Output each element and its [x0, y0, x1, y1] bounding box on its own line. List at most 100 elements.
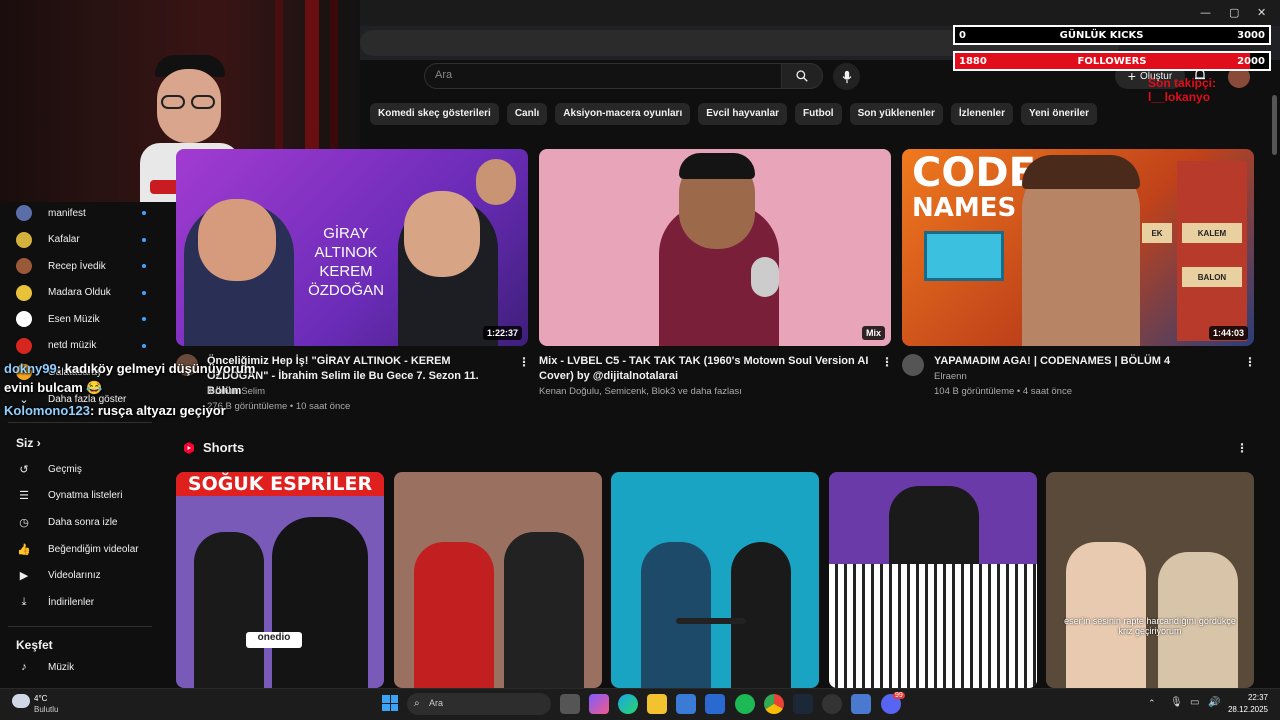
sidebar-item-subscription[interactable]: Esen Müzik — [16, 308, 146, 330]
sidebar-item-download[interactable]: ⤓ İndirilenler — [16, 592, 146, 614]
more-options-icon[interactable]: ⋮ — [518, 355, 530, 369]
sidebar-divider — [8, 626, 152, 627]
close-button[interactable]: ✕ — [1257, 6, 1266, 19]
video-title[interactable]: Mix - LVBEL C5 - TAK TAK TAK (1960's Mot… — [539, 354, 879, 384]
sidebar-item-like[interactable]: 👍 Beğendiğim videolar — [16, 538, 146, 560]
filter-chip[interactable]: Yeni öneriler — [1020, 103, 1098, 125]
video-stats: 104 B görüntüleme • 4 saat önce — [934, 386, 1073, 397]
sidebar-item-watch-later[interactable]: ◷ Daha sonra izle — [16, 511, 146, 533]
more-options-icon[interactable]: ⋮ — [881, 355, 893, 369]
sidebar-item-label: Daha sonra izle — [48, 516, 118, 528]
like-icon: 👍 — [17, 543, 31, 556]
store-icon[interactable] — [676, 694, 696, 714]
short-thumbnail-2[interactable] — [394, 472, 602, 688]
sidebar-item-music[interactable]: ♪ Müzik — [16, 656, 146, 678]
search-icon: ⌕ — [414, 698, 420, 709]
copilot-icon[interactable] — [589, 694, 609, 714]
volume-icon[interactable]: 🔊 — [1208, 697, 1220, 708]
page-scrollbar[interactable] — [1272, 95, 1277, 155]
shorts-icon — [182, 441, 196, 455]
search-icon — [796, 70, 808, 82]
filter-chip[interactable]: Aksiyon-macera oyunları — [555, 103, 691, 125]
microphone-icon[interactable]: 🎙 — [1170, 697, 1183, 708]
short-title-banner: SOĞUK ESPRİLER — [176, 472, 384, 496]
followers-label: FOLLOWERS — [1077, 55, 1147, 67]
thumb-line: CODE — [912, 150, 1036, 196]
short-thumbnail-4[interactable] — [829, 472, 1037, 688]
video-thumbnail-2[interactable]: Mix — [539, 149, 891, 346]
sidebar-item-your-videos[interactable]: ▶ Videolarınız — [16, 565, 146, 587]
sidebar-item-playlists[interactable]: ☰ Oynatma listeleri — [16, 485, 146, 507]
video-stats: 276 B görüntüleme • 10 saat önce — [207, 401, 351, 412]
filter-chip[interactable]: Evcil hayvanlar — [698, 103, 788, 125]
sidebar-item-label: Recep İvedik — [48, 260, 106, 272]
channel-name[interactable]: Elraenn — [934, 369, 967, 384]
channel-avatar[interactable] — [902, 354, 924, 376]
filter-chip[interactable]: İzlenenler — [950, 103, 1013, 125]
mail-icon[interactable] — [705, 694, 725, 714]
sidebar-item-label: İndirilenler — [48, 597, 95, 608]
followers-value: 1880 — [959, 55, 987, 67]
short-thumbnail-3[interactable] — [611, 472, 819, 688]
sidebar-item-label: Müzik — [48, 661, 75, 673]
sidebar-item-label: Esen Müzik — [48, 313, 100, 325]
edge-icon[interactable] — [618, 694, 638, 714]
chevron-up-icon[interactable]: ⌃ — [1148, 698, 1156, 709]
sidebar-item-subscription[interactable]: Recep İvedik — [16, 255, 146, 277]
weather-temp[interactable]: 4°C — [34, 694, 47, 703]
sidebar-item-subscription[interactable]: Kafalar — [16, 229, 146, 251]
filter-chip[interactable]: Canlı — [506, 103, 548, 125]
filter-chip[interactable]: Komedi skeç gösterileri — [370, 103, 499, 125]
you-heading[interactable]: Siz › — [16, 436, 41, 450]
steam-icon[interactable] — [793, 694, 813, 714]
maximize-button[interactable]: ▢ — [1229, 6, 1239, 19]
display-icon[interactable]: ▭ — [1190, 697, 1199, 708]
filter-chip[interactable]: Futbol — [795, 103, 842, 125]
task-view-icon[interactable] — [560, 694, 580, 714]
weather-icon — [12, 694, 30, 708]
sidebar-item-subscription[interactable]: netd müzik — [16, 335, 146, 357]
more-options-icon[interactable]: ⋮ — [1236, 441, 1248, 455]
minimize-button[interactable]: — — [1200, 6, 1211, 19]
video-thumbnail-3[interactable]: CODE NAMES EK KALEM BALON 1:44:03 — [902, 149, 1254, 346]
sidebar-item-subscription[interactable]: Madara Olduk — [16, 282, 146, 304]
spotify-icon[interactable] — [735, 694, 755, 714]
more-options-icon[interactable]: ⋮ — [1244, 355, 1256, 369]
sidebar-item-label: Videolarınız — [48, 570, 101, 582]
daily-kicks-bar: 0 GÜNLÜK KICKS 3000 — [953, 25, 1271, 45]
playlists-icon: ☰ — [19, 490, 29, 503]
channel-avatar — [16, 337, 32, 354]
sidebar-item-label: Kafalar — [48, 234, 80, 245]
clock-date: 28.12.2025 — [1227, 705, 1268, 714]
sidebar-item-history[interactable]: ↺ Geçmiş — [16, 458, 146, 480]
new-content-dot — [142, 317, 146, 321]
chevron-right-icon: › — [36, 436, 41, 450]
daily-kicks-label: GÜNLÜK KICKS — [1059, 29, 1144, 41]
mix-badge: Mix — [861, 326, 885, 340]
thumb-line: ALTINOK — [314, 244, 378, 261]
chrome-icon[interactable] — [764, 694, 784, 714]
filter-chip[interactable]: Son yüklenenler — [849, 103, 943, 125]
chat-text: : kadıköy gelmeyi düşünüyorum — [56, 361, 256, 376]
new-content-dot — [142, 211, 146, 215]
daily-kicks-value: 0 — [959, 29, 966, 41]
short-thumbnail-1[interactable]: SOĞUK ESPRİLER onedio — [176, 472, 384, 688]
thumb-board — [1177, 161, 1247, 341]
obs-icon[interactable] — [822, 694, 842, 714]
voice-search-button[interactable] — [833, 63, 860, 90]
video-title[interactable]: YAPAMADIM AGA! | CODENAMES | BÖLÜM 4 — [934, 354, 1234, 369]
sidebar-item-subscription[interactable]: manifest — [16, 202, 146, 224]
short-thumbnail-5[interactable]: eser'in sesinin rapte harcandığını gördü… — [1046, 472, 1254, 688]
sidebar-item-label: Oynatma listeleri — [48, 490, 123, 502]
clock-time[interactable]: 22:37 — [1230, 693, 1268, 702]
app-icon[interactable] — [851, 694, 871, 714]
start-button[interactable] — [382, 695, 398, 711]
video-thumbnail-1[interactable]: GİRAY ALTINOK KEREM ÖZDOĞAN 1:22:37 — [176, 149, 528, 346]
thumb-card-label: KALEM — [1182, 223, 1242, 243]
channel-name[interactable]: İbrahim Selim — [207, 384, 265, 399]
taskbar-search[interactable]: Ara — [407, 693, 551, 715]
search-button[interactable] — [781, 63, 823, 89]
file-explorer-icon[interactable] — [647, 694, 667, 714]
weather-desc: Bulutlu — [34, 705, 59, 714]
search-input[interactable]: Ara — [424, 63, 782, 89]
